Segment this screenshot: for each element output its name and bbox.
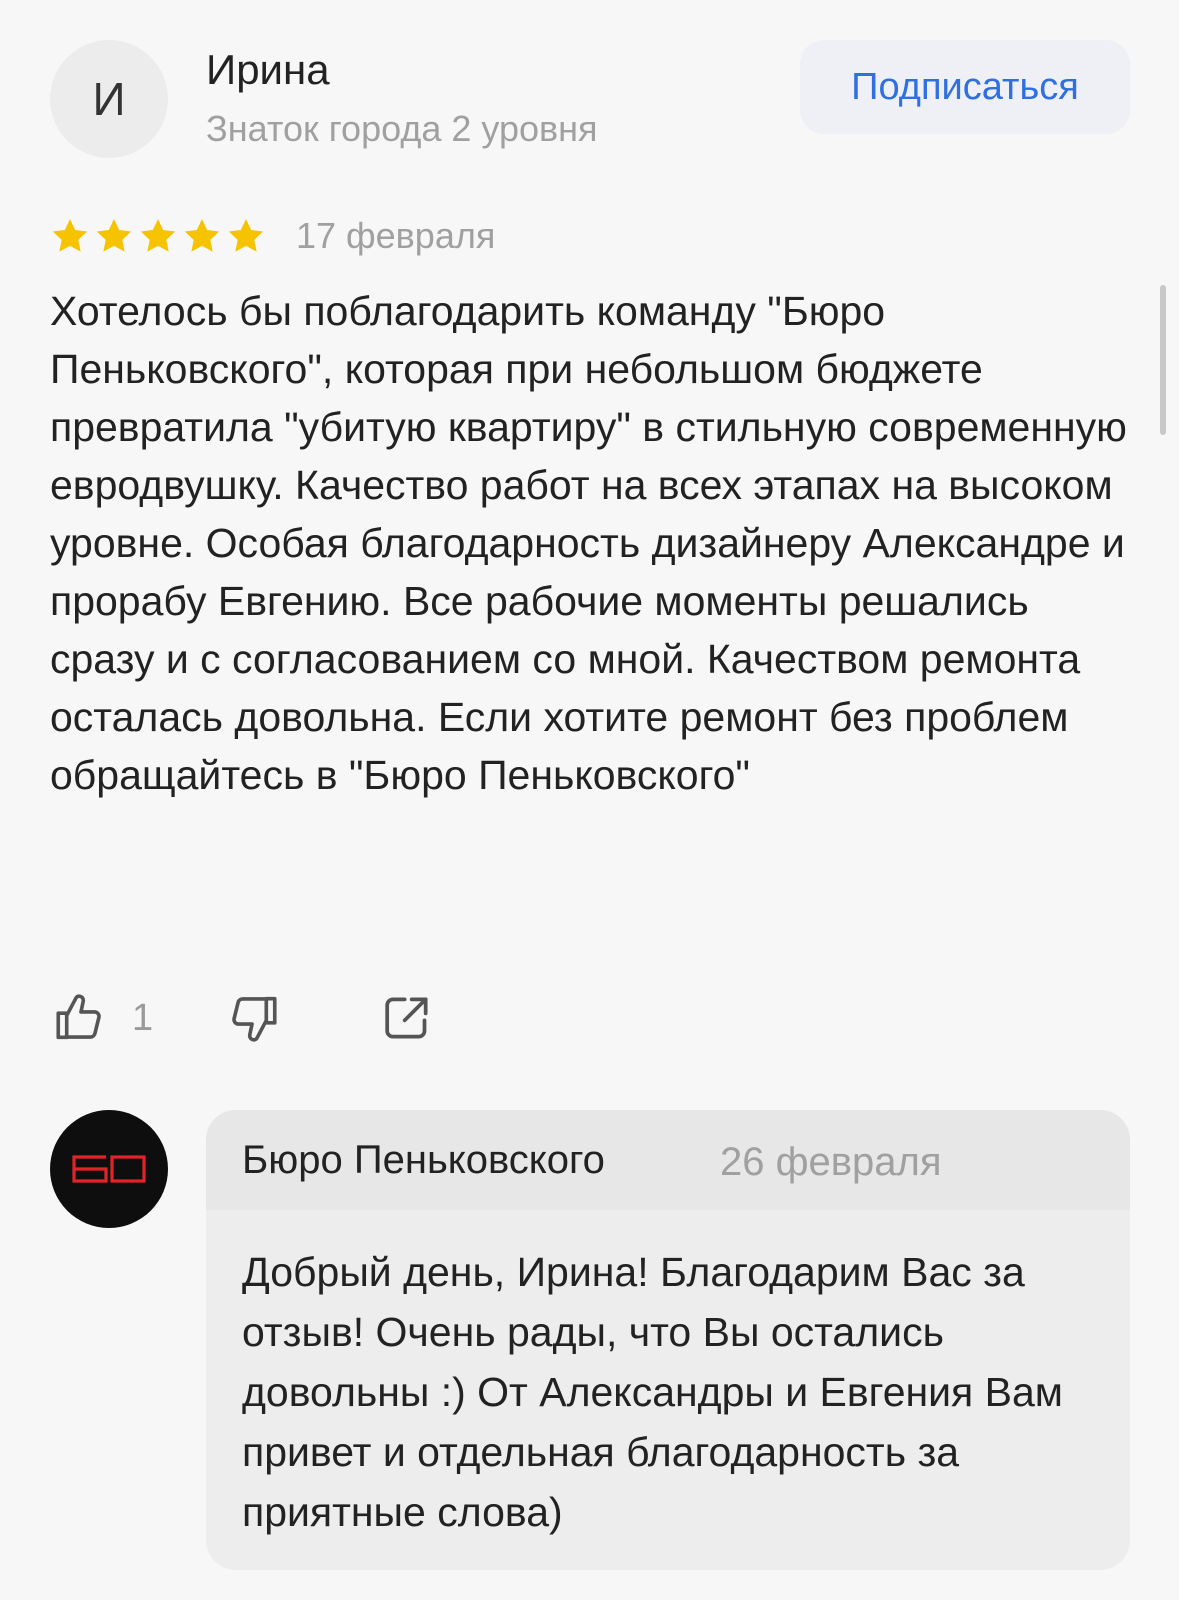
reply-date: 26 февраля [720,1140,942,1184]
star-icon [52,219,88,252]
author-level: Знаток города 2 уровня [206,108,598,149]
star-rating [50,216,266,256]
author-name[interactable]: Ирина [206,46,330,94]
review-actions: 1 [50,988,437,1048]
review-text: Хотелось бы поблагодарить команду "Бюро … [50,288,1127,798]
reply-text: Добрый день, Ирина! Благодарим Вас за от… [242,1249,1063,1535]
review-card: И Ирина Знаток города 2 уровня Подписать… [0,0,1179,1600]
rating-row: 17 февраля [50,210,495,262]
company-logo-icon [72,1155,146,1183]
reply-header: Бюро Пеньковского 26 февраля [206,1110,1130,1210]
like-count: 1 [132,996,154,1039]
review-date: 17 февраля [296,215,496,256]
company-avatar[interactable] [50,1110,168,1228]
star-icon [228,219,264,252]
star-icon [184,219,220,252]
star-icon [140,219,176,252]
share-icon[interactable] [377,988,437,1048]
thumbs-down-icon[interactable] [223,988,283,1048]
author-avatar[interactable]: И [50,40,168,158]
scrollbar[interactable] [1160,285,1166,435]
star-icon [96,219,132,252]
company-name[interactable]: Бюро Пеньковского [242,1138,605,1183]
subscribe-button[interactable]: Подписаться [800,40,1130,134]
thumbs-up-icon[interactable] [50,988,110,1048]
author-initial: И [92,73,126,125]
company-reply: Бюро Пеньковского 26 февраля Добрый день… [206,1110,1130,1570]
